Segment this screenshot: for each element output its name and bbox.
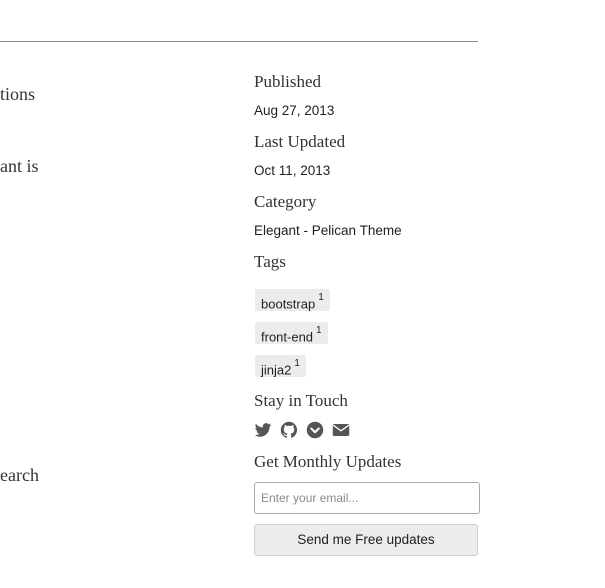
tag-jinja2[interactable]: jinja2 1	[255, 355, 306, 377]
tags-heading: Tags	[254, 252, 286, 271]
tag-bootstrap[interactable]: bootstrap 1	[255, 289, 330, 311]
stay-in-touch-heading: Stay in Touch	[254, 391, 348, 410]
article-text-fragment: earch	[0, 465, 39, 485]
pocket-icon[interactable]	[306, 421, 324, 439]
article-text-fragment: tions	[0, 84, 36, 104]
send-updates-button[interactable]: Send me Free updates	[254, 524, 478, 556]
published-heading: Published	[254, 72, 322, 91]
tag-label: front-end	[261, 329, 314, 345]
tag-count: 1	[318, 292, 324, 303]
tag-count: 1	[316, 325, 322, 336]
email-input[interactable]	[254, 482, 480, 514]
tag-front-end[interactable]: front-end 1	[255, 322, 328, 344]
twitter-icon[interactable]	[254, 421, 272, 439]
github-icon[interactable]	[280, 421, 298, 439]
tag-count: 1	[294, 358, 300, 369]
email-icon[interactable]	[332, 421, 350, 439]
last-updated-date: Oct 11, 2013	[254, 163, 331, 178]
monthly-updates-heading: Get Monthly Updates	[254, 452, 402, 471]
category-heading: Category	[254, 192, 317, 211]
horizontal-divider	[0, 41, 478, 42]
last-updated-heading: Last Updated	[254, 132, 346, 151]
category-link[interactable]: Elegant - Pelican Theme	[254, 223, 402, 238]
tag-label: bootstrap	[261, 296, 316, 312]
article-text-fragment: ant is	[0, 156, 39, 176]
tag-label: jinja2	[261, 362, 292, 378]
published-date: Aug 27, 2013	[254, 103, 335, 118]
social-links	[254, 421, 350, 439]
